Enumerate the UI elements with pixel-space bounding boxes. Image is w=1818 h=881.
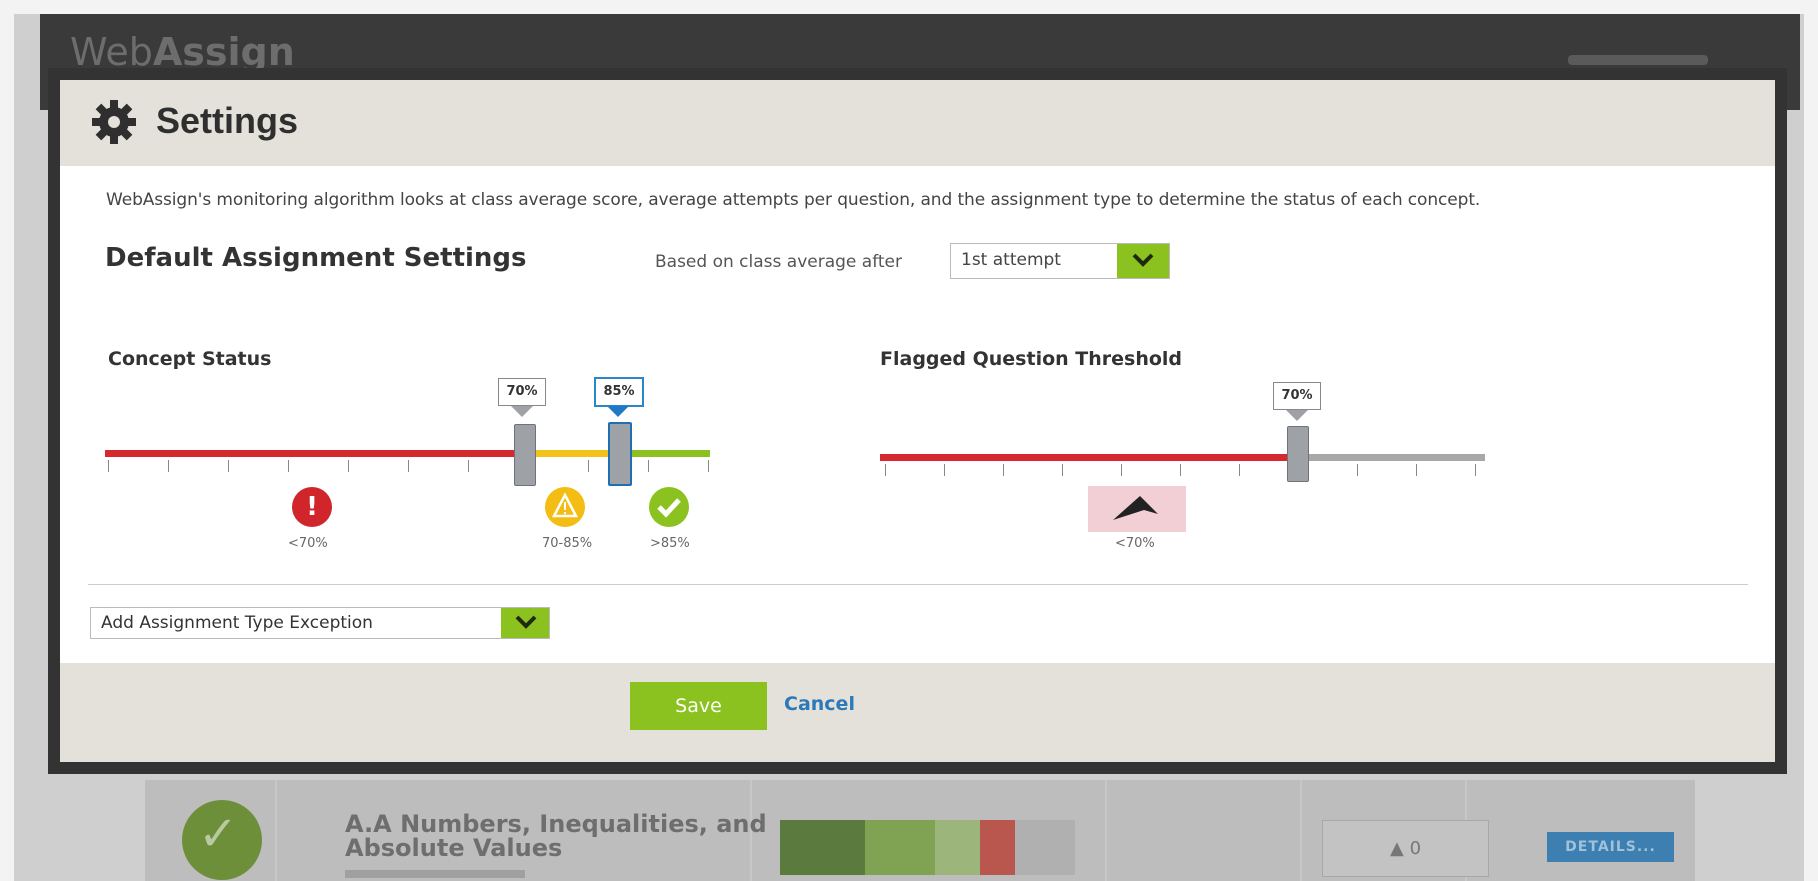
status-caption-red: <70% <box>288 536 328 551</box>
high-threshold-pointer <box>607 406 629 417</box>
flag-icon <box>1113 496 1158 520</box>
slider-tick <box>708 460 709 472</box>
slider-tick <box>944 464 945 476</box>
row-divider <box>1105 780 1107 881</box>
flag-count: 0 <box>1409 838 1422 859</box>
row-divider <box>275 780 277 881</box>
concept-status-label: Concept Status <box>108 348 272 370</box>
save-button[interactable]: Save <box>630 682 767 730</box>
score-bar-segment <box>780 820 865 875</box>
slider-tick <box>1003 464 1004 476</box>
slider-tick <box>348 460 349 472</box>
high-threshold-handle[interactable] <box>608 422 632 486</box>
slider-tick <box>1121 464 1122 476</box>
slider-tick <box>1475 464 1476 476</box>
slider-tick <box>1416 464 1417 476</box>
slider-tick <box>108 460 109 472</box>
flagged-caption: <70% <box>1115 536 1155 551</box>
low-threshold-pointer <box>511 406 533 417</box>
section-divider <box>88 584 1748 585</box>
slider-tick <box>408 460 409 472</box>
status-caption-yellow: 70-85% <box>542 536 593 551</box>
section-title: Default Assignment Settings <box>105 243 527 273</box>
logo-text-light: Web <box>70 30 153 74</box>
slider-tick <box>1239 464 1240 476</box>
flagged-track-red <box>880 454 1290 461</box>
chevron-down-icon <box>1132 253 1154 267</box>
assignment-type-exception-select[interactable]: Add Assignment Type Exception <box>90 607 550 639</box>
gear-icon <box>92 100 136 144</box>
exception-select-value: Add Assignment Type Exception <box>101 613 373 633</box>
flag-count-box: ▲ 0 <box>1322 820 1489 877</box>
slider-tick <box>648 460 649 472</box>
user-menu <box>1568 55 1708 65</box>
score-bar-segment <box>935 820 980 875</box>
score-bar-segment <box>1015 820 1075 875</box>
high-threshold-tooltip: 85% <box>594 377 644 407</box>
attempt-select-value: 1st attempt <box>961 250 1061 270</box>
status-icon-yellow-warning <box>545 487 585 527</box>
slider-tick <box>1062 464 1063 476</box>
flagged-track-gray <box>1290 454 1485 461</box>
modal-header: Settings <box>60 80 1775 166</box>
score-bar-segment <box>980 820 1015 875</box>
slider-tick <box>1180 464 1181 476</box>
based-on-label: Based on class average after <box>655 252 902 272</box>
slider-tick <box>468 460 469 472</box>
status-icon-red-alert: ! <box>292 487 332 527</box>
flagged-threshold-tooltip: 70% <box>1273 382 1321 410</box>
app-logo: WebAssign <box>70 30 295 74</box>
concept-track-yellow <box>523 450 620 457</box>
settings-description: WebAssign's monitoring algorithm looks a… <box>106 190 1481 210</box>
row-divider <box>1300 780 1302 881</box>
attempt-select-toggle[interactable] <box>1117 244 1169 278</box>
concept-track-red <box>105 450 523 457</box>
slider-tick <box>1357 464 1358 476</box>
slider-tick <box>288 460 289 472</box>
slider-tick <box>228 460 229 472</box>
modal-title: Settings <box>156 100 299 141</box>
logo-text-bold: Assign <box>152 30 295 74</box>
score-bar-segment <box>865 820 935 875</box>
concept-track-green <box>620 450 710 457</box>
attempt-select[interactable]: 1st attempt <box>950 243 1170 279</box>
flagged-threshold-label: Flagged Question Threshold <box>880 348 1183 370</box>
status-caption-green: >85% <box>650 536 690 551</box>
concept-status-check-icon: ✓ <box>182 800 262 880</box>
settings-modal: Settings WebAssign's monitoring algorith… <box>60 80 1775 762</box>
cancel-link[interactable]: Cancel <box>784 693 855 715</box>
status-icon-green-check <box>649 487 689 527</box>
flagged-threshold-pointer <box>1286 410 1308 421</box>
slider-tick <box>885 464 886 476</box>
low-threshold-handle[interactable] <box>514 424 536 486</box>
modal-footer: Save Cancel <box>60 663 1775 762</box>
exception-select-toggle[interactable] <box>501 608 549 638</box>
low-threshold-tooltip: 70% <box>498 378 546 406</box>
chevron-down-icon <box>515 615 537 629</box>
slider-tick <box>588 460 589 472</box>
concept-subtitle <box>345 870 525 878</box>
flag-indicator <box>1088 486 1186 532</box>
flagged-threshold-handle[interactable] <box>1287 426 1309 482</box>
details-button[interactable]: DETAILS... <box>1547 832 1674 862</box>
slider-tick <box>168 460 169 472</box>
